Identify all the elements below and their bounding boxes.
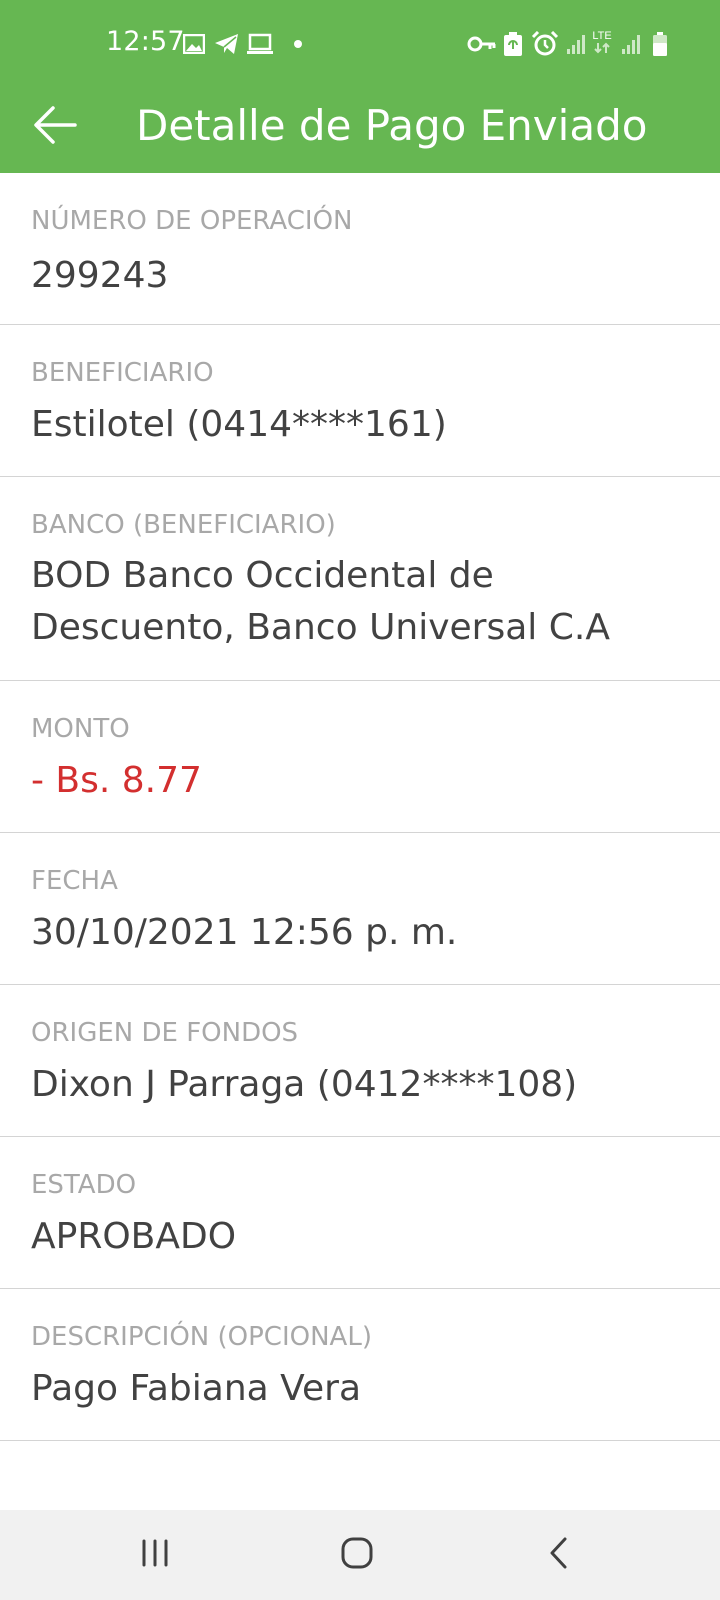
page-title: Detalle de Pago Enviado [136,101,648,150]
detail-row-description: DESCRIPCIÓN (OPCIONAL) Pago Fabiana Vera [0,1289,720,1441]
detail-label: ORIGEN DE FONDOS [31,1018,299,1048]
status-time: 12:57 [106,26,185,57]
battery-saver-icon [503,30,523,58]
payment-details-list: NÚMERO DE OPERACIÓN 299243 BENEFICIARIO … [0,173,720,1441]
telegram-icon [214,30,240,58]
amount-value: - Bs. 8.77 [31,760,202,801]
status-bar: 12:57 LTE [0,0,720,88]
battery-icon [652,30,668,58]
alarm-icon [531,30,559,58]
app-bar: 12:57 LTE Detalle de Pago Enviado [0,0,720,173]
detail-label: DESCRIPCIÓN (OPCIONAL) [31,1322,372,1352]
detail-value: 299243 [31,255,169,296]
toolbar: Detalle de Pago Enviado [0,88,720,173]
detail-row-fund-source: ORIGEN DE FONDOS Dixon J Parraga (0412**… [0,985,720,1137]
image-icon [183,30,205,58]
arrow-back-icon [33,105,77,149]
back-icon [548,1536,570,1574]
detail-label: MONTO [31,714,130,744]
dot-icon [294,40,302,48]
recent-apps-icon [139,1539,171,1571]
detail-label: FECHA [31,866,118,896]
laptop-icon [246,30,274,58]
detail-label: BENEFICIARIO [31,358,214,388]
detail-row-bank: BANCO (BENEFICIARIO) BOD Banco Occidenta… [0,477,720,681]
status-value: APROBADO [31,1216,237,1257]
lte-icon: LTE [592,28,612,56]
detail-row-operation-number: NÚMERO DE OPERACIÓN 299243 [0,173,720,325]
detail-value: Pago Fabiana Vera [31,1368,362,1409]
vpn-key-icon [467,30,497,58]
detail-label: ESTADO [31,1170,137,1200]
nav-back-button[interactable] [529,1530,589,1580]
detail-row-beneficiary: BENEFICIARIO Estilotel (0414****161) [0,325,720,477]
detail-label: NÚMERO DE OPERACIÓN [31,206,353,236]
detail-label: BANCO (BENEFICIARIO) [31,510,336,540]
detail-value: Estilotel (0414****161) [31,404,447,445]
home-button[interactable] [327,1530,387,1580]
detail-value: BOD Banco Occidental de Descuento, Banco… [31,555,610,648]
detail-row-status: ESTADO APROBADO [0,1137,720,1289]
back-button[interactable] [26,98,84,156]
system-navigation-bar [0,1510,720,1600]
signal-icon [566,30,588,58]
detail-value: Dixon J Parraga (0412****108) [31,1064,578,1105]
detail-value: 30/10/2021 12:56 p. m. [31,912,458,953]
detail-row-date: FECHA 30/10/2021 12:56 p. m. [0,833,720,985]
detail-row-amount: MONTO - Bs. 8.77 [0,681,720,833]
signal-icon [621,30,643,58]
home-icon [340,1536,374,1574]
recent-apps-button[interactable] [125,1530,185,1580]
lte-label: LTE [592,30,612,42]
